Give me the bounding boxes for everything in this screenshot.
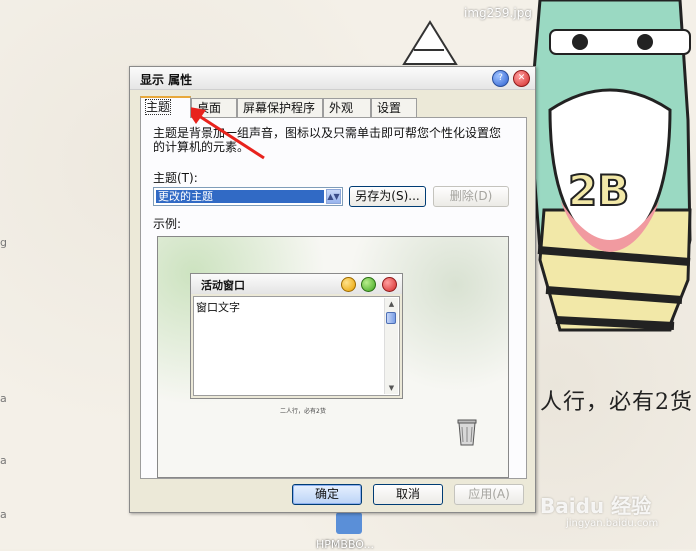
theme-select-value: 更改的主题	[156, 190, 324, 203]
help-icon: ?	[498, 73, 503, 83]
theme-preview: 活动窗口 窗口文字 ▲ ▼ 二人行，必有2货	[157, 236, 509, 478]
tab-label: 主题	[144, 99, 172, 115]
dialog-title: 显示 属性	[140, 73, 193, 87]
theme-select[interactable]: 更改的主题 ▲▼	[153, 187, 343, 206]
close-button[interactable]: ✕	[513, 70, 530, 87]
left-edge-fragment: a	[0, 508, 7, 521]
apply-button[interactable]: 应用(A)	[454, 484, 524, 505]
left-edge-fragment: a	[0, 454, 7, 467]
preview-active-window: 活动窗口 窗口文字 ▲ ▼	[190, 273, 403, 399]
dialog-titlebar[interactable]: 显示 属性 ? ✕	[130, 67, 535, 90]
preview-tiny-caption: 二人行，必有2货	[280, 408, 326, 415]
save-as-button[interactable]: 另存为(S)...	[349, 186, 426, 207]
svg-text:2B: 2B	[568, 166, 629, 215]
desktop-shortcut-label[interactable]: HPMBBO...	[316, 538, 374, 551]
dropdown-arrow-icon[interactable]: ▲▼	[326, 189, 341, 204]
recycle-bin-icon	[457, 419, 477, 446]
maximize-icon	[361, 277, 376, 292]
preview-label: 示例:	[153, 217, 182, 231]
tab-settings[interactable]: 设置	[371, 98, 417, 117]
preview-scrollbar: ▲ ▼	[384, 298, 398, 394]
watermark-logo: Baidu 经验	[540, 494, 652, 518]
tab-themes[interactable]: 主题	[140, 96, 191, 118]
preview-window-text: 窗口文字	[196, 301, 240, 314]
themes-panel: 主题是背景加一组声音，图标以及只需单击即可帮您个性化设置您的计算机的元素。 主题…	[140, 117, 527, 479]
hat-doodle	[402, 20, 458, 65]
desktop-shortcut-icon[interactable]	[336, 512, 362, 534]
close-icon	[382, 277, 397, 292]
scroll-thumb	[386, 312, 396, 324]
tab-appearance[interactable]: 外观	[323, 98, 371, 117]
scroll-down-icon: ▼	[388, 384, 395, 392]
minimize-icon	[341, 277, 356, 292]
annotation-arrow-icon	[184, 106, 265, 160]
tab-label: 外观	[329, 101, 354, 115]
handwritten-caption: 人行，必有2货	[540, 390, 693, 415]
delete-button[interactable]: 删除(D)	[433, 186, 509, 207]
cartoon-character-image: 2B	[528, 0, 692, 332]
ok-button[interactable]: 确定	[292, 484, 362, 505]
left-edge-fragment: g	[0, 236, 7, 249]
help-button[interactable]: ?	[492, 70, 509, 87]
theme-label: 主题(T):	[153, 171, 198, 185]
tab-label: 设置	[377, 101, 402, 115]
watermark-url: jingyan.baidu.com	[566, 518, 659, 529]
close-icon: ✕	[517, 73, 526, 83]
preview-window-title: 活动窗口	[201, 279, 245, 292]
preview-window-body: 窗口文字 ▲ ▼	[193, 296, 400, 396]
scroll-up-icon: ▲	[388, 300, 395, 308]
cancel-button[interactable]: 取消	[373, 484, 443, 505]
preview-window-titlebar: 活动窗口	[191, 274, 402, 294]
left-edge-fragment: a	[0, 392, 7, 405]
